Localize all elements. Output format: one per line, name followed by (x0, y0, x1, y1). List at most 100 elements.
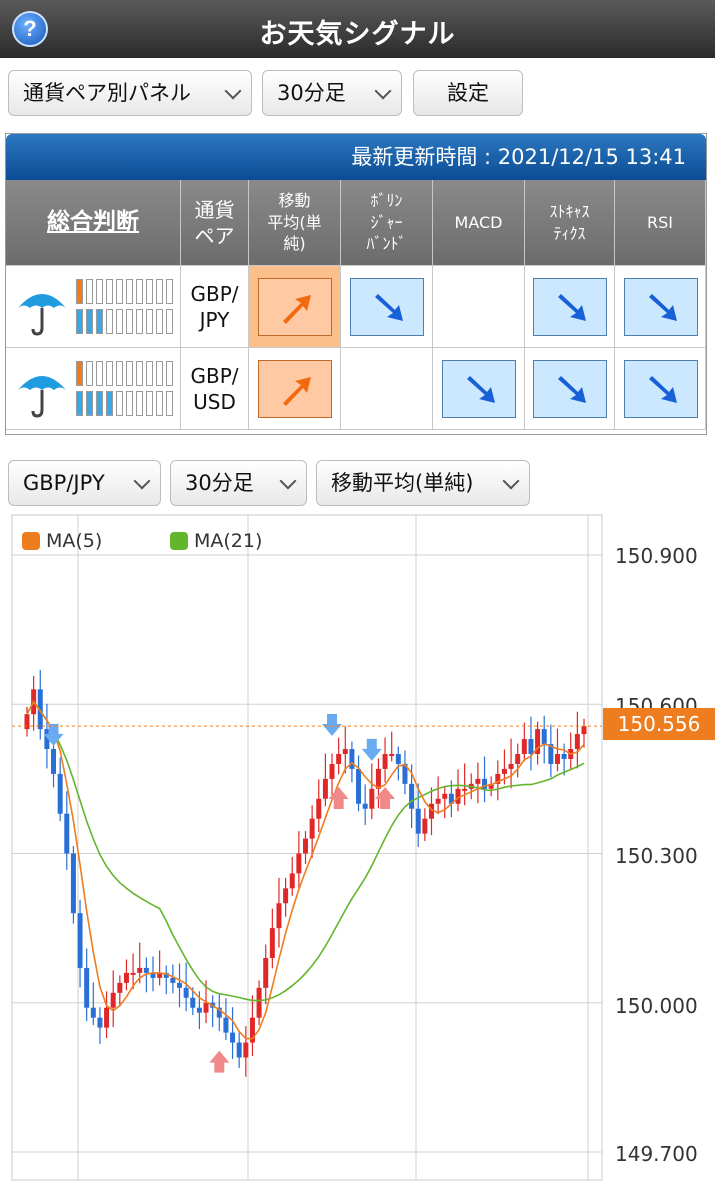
signal-cell-ma (249, 266, 341, 348)
strength-bar (146, 279, 153, 304)
candle-body (369, 788, 375, 809)
overall-cell (6, 266, 181, 348)
chart-indicator-select-value: 移動平均(単純) (331, 471, 474, 495)
header-bar: ? お天気シグナル (0, 0, 715, 58)
strength-bar (106, 361, 113, 386)
candle-body (316, 798, 322, 819)
strength-bar (86, 279, 93, 304)
strength-bar (96, 361, 103, 386)
up-arrow-signal[interactable] (258, 278, 332, 336)
candle-body (336, 754, 342, 764)
pair-cell: GBP/ JPY (181, 266, 249, 348)
candle-body (422, 818, 428, 834)
candle-body (24, 714, 30, 730)
strength-bar (96, 391, 103, 416)
candle-body (143, 967, 149, 973)
candle-body (123, 972, 129, 983)
chart-timeframe-select-value: 30分足 (185, 471, 254, 495)
header-ma: 移動 平均(単 純) (249, 180, 341, 266)
chevron-down-icon (133, 472, 151, 490)
up-arrow-signal[interactable] (258, 360, 332, 418)
candle-body (77, 913, 83, 968)
down-arrow-signal[interactable] (623, 278, 698, 336)
legend-ma21-label: MA(21) (194, 530, 263, 552)
candle-body (230, 1032, 236, 1043)
strength-bar (76, 279, 83, 304)
strength-bar (126, 309, 133, 334)
chart-pair-select-value: GBP/JPY (23, 471, 105, 495)
chevron-down-icon (374, 82, 392, 100)
panel-type-select-value: 通貨ペア別パネル (23, 81, 191, 105)
candle-body (554, 754, 560, 764)
header-overall[interactable]: 総合判断 (6, 180, 181, 266)
strength-bar (106, 279, 113, 304)
arrow-down-right-icon (558, 376, 586, 403)
umbrella-icon (18, 294, 66, 336)
strength-bar (156, 309, 163, 334)
signal-cell-stochastics (525, 266, 615, 348)
strength-bar (116, 279, 123, 304)
chevron-down-icon (279, 472, 297, 490)
strength-bar (106, 391, 113, 416)
candle-body (70, 853, 76, 914)
down-arrow-signal[interactable] (533, 278, 607, 336)
candle-body (236, 1042, 242, 1058)
strength-bar (96, 279, 103, 304)
candle-body (561, 754, 567, 759)
strength-bar (86, 309, 93, 334)
price-chart[interactable] (0, 500, 715, 1200)
candle-body (190, 997, 196, 1008)
legend-ma21: MA(21) (170, 530, 262, 552)
candle-body (415, 808, 421, 834)
pair-cell: GBP/ USD (181, 348, 249, 430)
chevron-down-icon (502, 472, 520, 490)
candle-body (409, 783, 415, 809)
signal-cell-rsi (615, 348, 706, 430)
down-arrow-signal[interactable] (623, 360, 698, 418)
down-arrow-signal[interactable] (533, 360, 607, 418)
header-pair: 通貨 ペア (181, 180, 249, 266)
down-arrow-signal[interactable] (442, 360, 516, 418)
legend-ma5-label: MA(5) (46, 530, 103, 552)
candle-body (296, 853, 302, 874)
strength-bar (116, 361, 123, 386)
candle-body (395, 754, 401, 764)
candle-body (183, 987, 189, 998)
strength-bar (146, 309, 153, 334)
strength-bar (166, 309, 173, 334)
update-time-bar: 最新更新時間 : 2021/12/15 13:41 (6, 134, 706, 180)
strength-bar (156, 361, 163, 386)
legend-ma5: MA(5) (22, 530, 102, 552)
candle-body (501, 768, 507, 774)
candle-body (462, 788, 468, 791)
candle-body (130, 972, 136, 975)
page-title: お天気シグナル (259, 19, 456, 50)
y-tick-label: 150.900 (615, 544, 698, 568)
candle-body (110, 992, 116, 1008)
timeframe-select-value: 30分足 (277, 81, 346, 105)
strength-bar (166, 279, 173, 304)
strength-bar (156, 279, 163, 304)
candle-body (203, 1002, 209, 1013)
settings-button[interactable]: 設定 (413, 70, 523, 116)
header-bollinger: ﾎﾞﾘﾝ ｼﾞｬｰ ﾊﾞﾝﾄﾞ (341, 180, 433, 266)
header-rsi: RSI (615, 180, 706, 266)
strength-bar (166, 391, 173, 416)
signal-cell-rsi (615, 266, 706, 348)
strength-bar (126, 391, 133, 416)
candle-body (90, 1007, 96, 1018)
strength-bar (166, 361, 173, 386)
candle-body (223, 1017, 229, 1033)
arrow-down-right-icon (467, 376, 495, 403)
panel-type-select[interactable]: 通貨ペア別パネル (8, 70, 252, 116)
strength-bar (136, 391, 143, 416)
signal-cell-bollinger (341, 348, 433, 430)
timeframe-select[interactable]: 30分足 (262, 70, 402, 116)
down-arrow-signal[interactable] (350, 278, 424, 336)
candle-body (574, 734, 580, 750)
strength-bar (76, 361, 83, 386)
candle-body (521, 739, 527, 754)
strength-bar (126, 361, 133, 386)
candle-body (196, 1007, 202, 1013)
signal-cell-ma (249, 348, 341, 430)
